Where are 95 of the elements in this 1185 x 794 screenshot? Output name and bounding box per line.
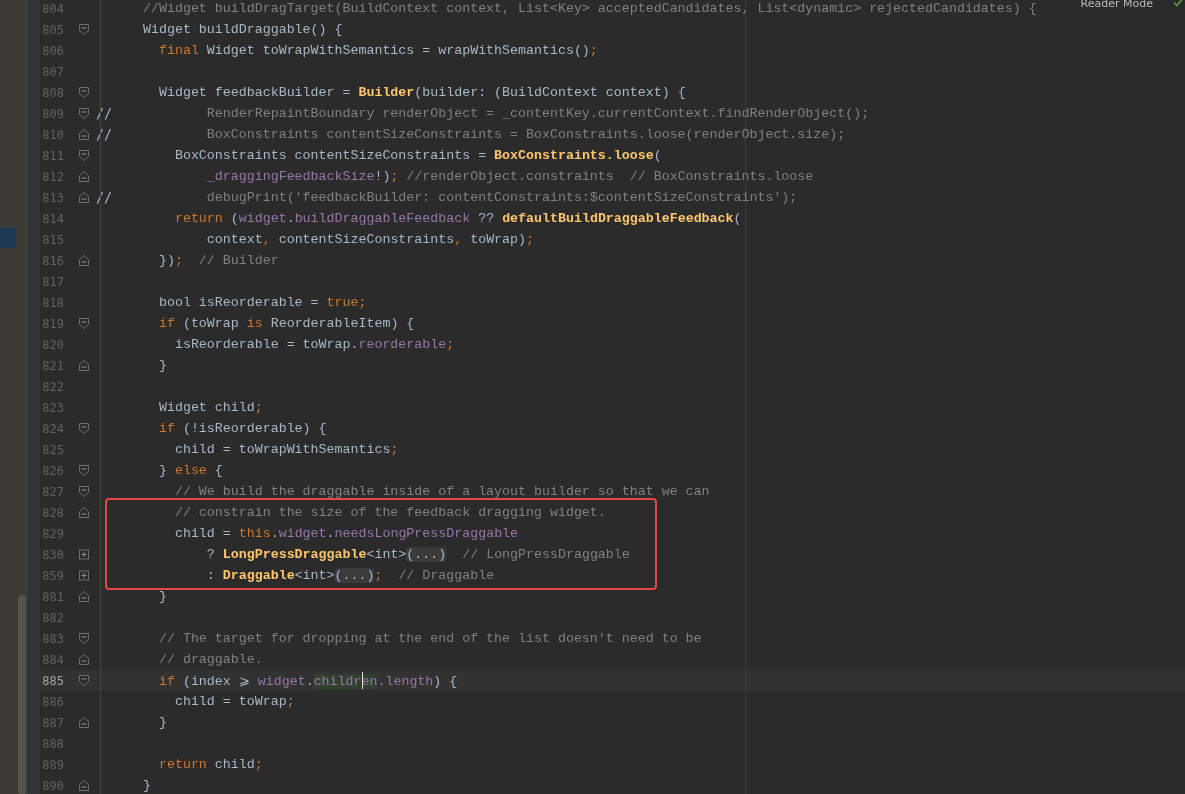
code-line: if (index ⩾ widget.children.length) { [157, 672, 458, 689]
fold-icon[interactable] [79, 87, 89, 98]
fold-icon[interactable] [79, 465, 89, 476]
line-number: 810 [41, 127, 64, 142]
code-line: final Widget toWrapWithSemantics = wrapWithSemantics(); [157, 43, 598, 58]
code-line: child = toWrapWithSemantics; [173, 442, 399, 457]
fold-icon[interactable] [79, 507, 89, 518]
line-number: 809 [41, 106, 64, 121]
line-number: 829 [41, 526, 64, 541]
code-line: RenderRepaintBoundary renderObject = _contentKey.currentContext.findRenderObject(); [205, 106, 870, 121]
line-number: 826 [41, 463, 64, 478]
line-number: 823 [41, 400, 64, 415]
fold-icon[interactable] [79, 360, 89, 371]
line-number: 821 [41, 358, 64, 373]
line-number: 805 [41, 22, 64, 37]
line-number: 818 [41, 295, 64, 310]
code-line: debugPrint('feedbackBuilder: contentConstraints:$contentSizeConstraints'); [205, 190, 798, 205]
fold-icon[interactable] [79, 24, 89, 35]
check-icon [1173, 0, 1183, 7]
code-line: isReorderable = toWrap.reorderable; [173, 337, 455, 352]
code-line: return child; [157, 757, 263, 772]
fold-icon[interactable] [79, 150, 89, 161]
line-number: 883 [41, 631, 64, 646]
code-line: Widget child; [157, 400, 263, 415]
code-line: context, contentSizeConstraints, toWrap); [205, 232, 535, 247]
line-number: 886 [41, 694, 64, 709]
code-line: Widget feedbackBuilder = Builder(builder: (BuildContext context) { [157, 85, 686, 100]
line-number: 817 [41, 274, 64, 289]
line-number: 888 [41, 736, 64, 751]
code-line: if (!isReorderable) { [157, 421, 327, 436]
fold-icon[interactable] [79, 486, 89, 497]
line-number: 887 [41, 715, 64, 730]
code-line: BoxConstraints contentSizeConstraints = BoxConstraints.loose(renderObject.size); [205, 127, 846, 142]
line-number: 819 [41, 316, 64, 331]
line-number: 816 [41, 253, 64, 268]
line-number: 824 [41, 421, 64, 436]
line-number: 820 [41, 337, 64, 352]
scrollbar[interactable] [18, 595, 26, 794]
code-line: } [157, 358, 167, 373]
line-number: 814 [41, 211, 64, 226]
fold-icon[interactable] [79, 675, 89, 686]
code-line: // constrain the size of the feedback dragging widget. [173, 505, 606, 520]
fold-icon[interactable] [79, 192, 89, 203]
code-line: } [157, 589, 167, 604]
fold-icon[interactable] [79, 108, 89, 119]
code-line: } else { [157, 463, 223, 478]
code-line: return (widget.buildDraggableFeedback ?? defaultBuildDraggableFeedback( [173, 211, 742, 226]
expand-icon[interactable] [79, 570, 89, 581]
line-number: 813 [41, 190, 64, 205]
code-line: //Widget buildDragTarget(BuildContext context, List<Key> acceptedCandidates, List<dynamic> rejectedCandidates) { [143, 1, 1037, 16]
code-line: // draggable. [157, 652, 263, 667]
code-line: }); // Builder [157, 253, 279, 268]
line-number: 881 [41, 589, 64, 604]
expand-icon[interactable] [79, 549, 89, 560]
line-number: 804 [41, 1, 64, 16]
fold-icon[interactable] [79, 255, 89, 266]
code-line: } [157, 715, 167, 730]
line-number: 859 [41, 568, 64, 583]
fold-icon[interactable] [79, 423, 89, 434]
code-line: // The target for dropping at the end of the list doesn't need to be [157, 631, 702, 646]
line-number: 827 [41, 484, 64, 499]
line-number: 815 [41, 232, 64, 247]
code-line: _draggingFeedbackSize!); //renderObject.constraints // BoxConstraints.loose [205, 169, 814, 184]
code-line: Widget buildDraggable() { [143, 22, 343, 37]
code-line: child = toWrap; [173, 694, 295, 709]
line-number: 808 [41, 85, 64, 100]
fold-icon[interactable] [79, 591, 89, 602]
code-line: child = this.widget.needsLongPressDraggable [173, 526, 519, 541]
line-number: 889 [41, 757, 64, 772]
code-line: // We build the draggable inside of a layout builder so that we can [173, 484, 710, 499]
line-number: 828 [41, 505, 64, 520]
code-line: : Draggable<int>(...); // Draggable [205, 568, 495, 583]
line-number: 812 [41, 169, 64, 184]
line-number: 830 [41, 547, 64, 562]
fold-icon[interactable] [79, 129, 89, 140]
fold-icon[interactable] [79, 633, 89, 644]
fold-icon[interactable] [79, 654, 89, 665]
line-number: 825 [41, 442, 64, 457]
fold-icon[interactable] [79, 780, 89, 791]
code-line: bool isReorderable = true; [157, 295, 367, 310]
line-number: 884 [41, 652, 64, 667]
line-number: 822 [41, 379, 64, 394]
fold-icon[interactable] [79, 171, 89, 182]
code-line: if (toWrap is ReorderableItem) { [157, 316, 415, 331]
line-number: 882 [41, 610, 64, 625]
line-number: 806 [41, 43, 64, 58]
line-number: 890 [41, 778, 64, 793]
code-line: } [143, 778, 151, 793]
code-line: ? LongPressDraggable<int>(...) // LongPressDraggable [205, 547, 630, 562]
fold-icon[interactable] [79, 318, 89, 329]
line-number: 811 [41, 148, 64, 163]
code-line: BoxConstraints contentSizeConstraints = BoxConstraints.loose( [173, 148, 662, 163]
fold-icon[interactable] [79, 717, 89, 728]
line-number: 885 [41, 673, 64, 688]
line-number: 807 [41, 64, 64, 79]
